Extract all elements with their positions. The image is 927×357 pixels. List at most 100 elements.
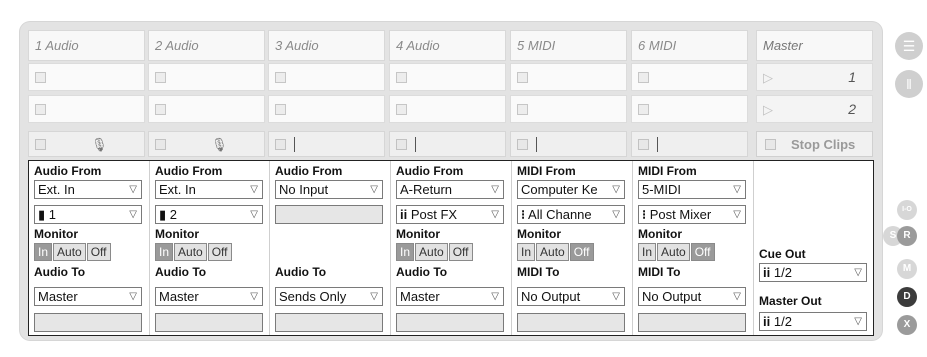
monitor-in-button[interactable]: In [34, 243, 53, 261]
stop-all-button[interactable] [765, 139, 776, 150]
monitor-in-button[interactable]: In [396, 243, 415, 261]
io-toggle-icon[interactable]: I-O [897, 200, 917, 220]
input-channel-dropdown[interactable]: ▮ 2 ▽ [155, 205, 263, 224]
slot-button[interactable] [155, 72, 166, 83]
output-channel-box[interactable] [517, 313, 625, 332]
track-title-2[interactable]: 2 Audio [148, 30, 265, 61]
crossfader-toggle-icon[interactable]: X [897, 315, 917, 335]
output-type-value: No Output [521, 289, 581, 304]
master-title[interactable]: Master [756, 30, 873, 61]
stop-button[interactable] [275, 139, 286, 150]
session-view-tab-icon[interactable]: ☰ [895, 32, 923, 60]
monitor-auto-button[interactable]: Auto [415, 243, 448, 261]
output-type-label: MIDI To [517, 265, 560, 279]
clip-slot[interactable] [389, 63, 506, 91]
output-type-dropdown[interactable]: Master ▽ [155, 287, 263, 306]
monitor-in-button[interactable]: In [517, 243, 536, 261]
clip-slot[interactable] [268, 63, 385, 91]
slot-button[interactable] [35, 104, 46, 115]
stop-button[interactable] [155, 139, 166, 150]
mic-icon[interactable]: 🎙 [211, 137, 228, 153]
output-type-dropdown[interactable]: No Output ▽ [638, 287, 746, 306]
input-type-dropdown[interactable]: A-Return ▽ [396, 180, 504, 199]
track-title-3[interactable]: 3 Audio [268, 30, 385, 61]
scene-launch-icon[interactable]: ▷ [763, 102, 773, 118]
monitor-off-button[interactable]: Off [86, 243, 111, 261]
slot-button[interactable] [35, 72, 46, 83]
monitor-off-button[interactable]: Off [569, 243, 594, 261]
monitor-auto-button[interactable]: Auto [536, 243, 569, 261]
clip-slot[interactable] [28, 63, 145, 91]
stop-button[interactable] [35, 139, 46, 150]
output-type-label: Audio To [155, 265, 207, 279]
slot-button[interactable] [517, 72, 528, 83]
mixer-toggle-icon[interactable]: M [897, 259, 917, 279]
clip-view-tab-icon[interactable]: ‖ [895, 70, 923, 98]
slot-button[interactable] [638, 72, 649, 83]
master-out-label: Master Out [759, 294, 822, 308]
input-type-dropdown[interactable]: 5-MIDI ▽ [638, 180, 746, 199]
clip-slot[interactable] [389, 95, 506, 123]
delay-toggle-icon[interactable]: D [897, 287, 917, 307]
scene-launch-icon[interactable]: ▷ [763, 70, 773, 86]
input-type-dropdown[interactable]: No Input ▽ [275, 180, 383, 199]
clip-slot[interactable] [510, 95, 627, 123]
track-title-6[interactable]: 6 MIDI [631, 30, 748, 61]
clip-slot[interactable] [631, 63, 748, 91]
output-channel-box[interactable] [275, 313, 383, 332]
clip-slot[interactable] [631, 95, 748, 123]
slot-button[interactable] [517, 104, 528, 115]
slot-button[interactable] [638, 104, 649, 115]
clip-slot[interactable] [28, 95, 145, 123]
dropdown-arrow-icon: ▽ [489, 181, 499, 198]
track-title-4[interactable]: 4 Audio [389, 30, 506, 61]
clip-slot[interactable] [148, 63, 265, 91]
slot-button[interactable] [275, 104, 286, 115]
monitor-auto-button[interactable]: Auto [53, 243, 86, 261]
cue-out-dropdown[interactable]: ii 1/2 ▽ [759, 263, 867, 282]
input-channel-dropdown[interactable]: ii Post FX ▽ [396, 205, 504, 224]
clip-slot[interactable] [268, 95, 385, 123]
input-channel-dropdown[interactable]: ⁝ Post Mixer ▽ [638, 205, 746, 224]
input-type-dropdown[interactable]: Ext. In ▽ [155, 180, 263, 199]
monitor-off-button[interactable]: Off [690, 243, 715, 261]
input-type-dropdown[interactable]: Ext. In ▽ [34, 180, 142, 199]
track-title-1[interactable]: 1 Audio [28, 30, 145, 61]
slot-button[interactable] [396, 72, 407, 83]
monitor-in-button[interactable]: In [638, 243, 657, 261]
clip-slot[interactable] [148, 95, 265, 123]
output-type-dropdown[interactable]: Master ▽ [34, 287, 142, 306]
scene-1[interactable]: ▷ 1 [756, 63, 873, 91]
slot-button[interactable] [396, 104, 407, 115]
monitor-label: Monitor [34, 227, 78, 241]
output-type-dropdown[interactable]: Master ▽ [396, 287, 504, 306]
stop-button[interactable] [396, 139, 407, 150]
output-type-dropdown[interactable]: No Output ▽ [517, 287, 625, 306]
monitor-auto-button[interactable]: Auto [174, 243, 207, 261]
input-type-dropdown[interactable]: Computer Ke ▽ [517, 180, 625, 199]
input-channel-dropdown[interactable]: ▮ 1 ▽ [34, 205, 142, 224]
input-channel-box[interactable] [275, 205, 383, 224]
stop-button[interactable] [638, 139, 649, 150]
track-title-5[interactable]: 5 MIDI [510, 30, 627, 61]
output-channel-box[interactable] [396, 313, 504, 332]
track-status-5 [510, 131, 627, 157]
returns-toggle-icon[interactable]: R [897, 226, 917, 246]
master-out-dropdown[interactable]: ii 1/2 ▽ [759, 312, 867, 331]
monitor-off-button[interactable]: Off [448, 243, 473, 261]
mic-icon[interactable]: 🎙 [91, 137, 108, 153]
output-channel-box[interactable] [34, 313, 142, 332]
slot-button[interactable] [275, 72, 286, 83]
monitor-off-button[interactable]: Off [207, 243, 232, 261]
monitor-in-button[interactable]: In [155, 243, 174, 261]
output-channel-box[interactable] [155, 313, 263, 332]
stop-button[interactable] [517, 139, 528, 150]
output-channel-box[interactable] [638, 313, 746, 332]
output-type-dropdown[interactable]: Sends Only ▽ [275, 287, 383, 306]
monitor-auto-button[interactable]: Auto [657, 243, 690, 261]
clip-slot[interactable] [510, 63, 627, 91]
input-channel-dropdown[interactable]: ⁝ All Channe ▽ [517, 205, 625, 224]
slot-button[interactable] [155, 104, 166, 115]
stop-all-clips[interactable]: Stop Clips [756, 131, 873, 157]
scene-2[interactable]: ▷ 2 [756, 95, 873, 123]
